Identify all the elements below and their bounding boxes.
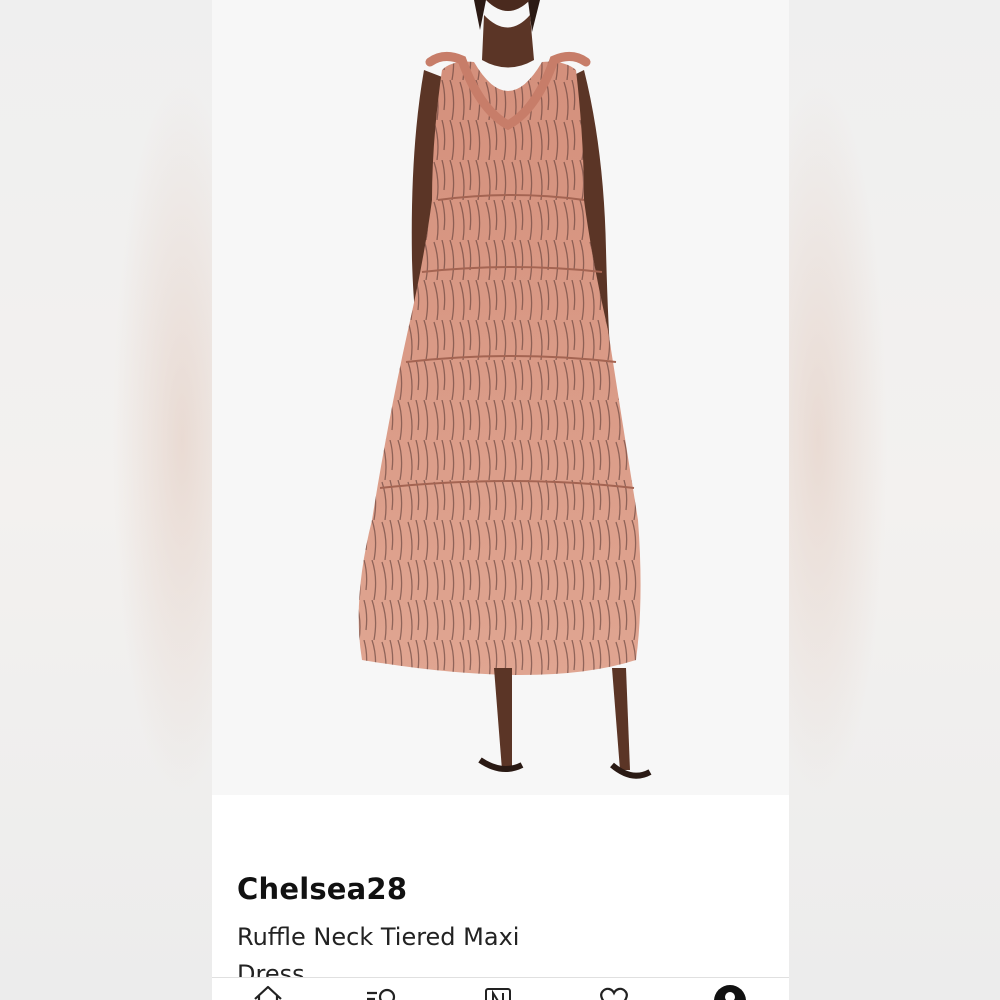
tab-nordstrom[interactable] [478,983,518,1000]
tab-wishlist[interactable] [594,983,634,1000]
home-icon [254,985,282,1000]
bottom-tab-bar [212,977,789,1000]
heart-icon [600,987,628,1000]
search-list-icon [367,988,396,1000]
tab-search[interactable] [362,983,402,1000]
blurred-background-right [748,0,1000,1000]
app-screen: Chelsea28 Ruffle Neck Tiered Maxi Dress [212,0,789,1000]
blurred-background-left [0,0,252,1000]
product-info: Chelsea28 Ruffle Neck Tiered Maxi Dress [212,795,789,977]
account-icon [714,985,746,1000]
nordstrom-n-icon [485,988,511,1000]
tab-home[interactable] [248,983,288,1000]
brand-name[interactable]: Chelsea28 [237,872,407,906]
tab-account[interactable] [710,983,750,1000]
product-image[interactable] [212,0,789,795]
product-title[interactable]: Ruffle Neck Tiered Maxi Dress [237,919,537,977]
dress-photo-illustration [212,0,789,795]
